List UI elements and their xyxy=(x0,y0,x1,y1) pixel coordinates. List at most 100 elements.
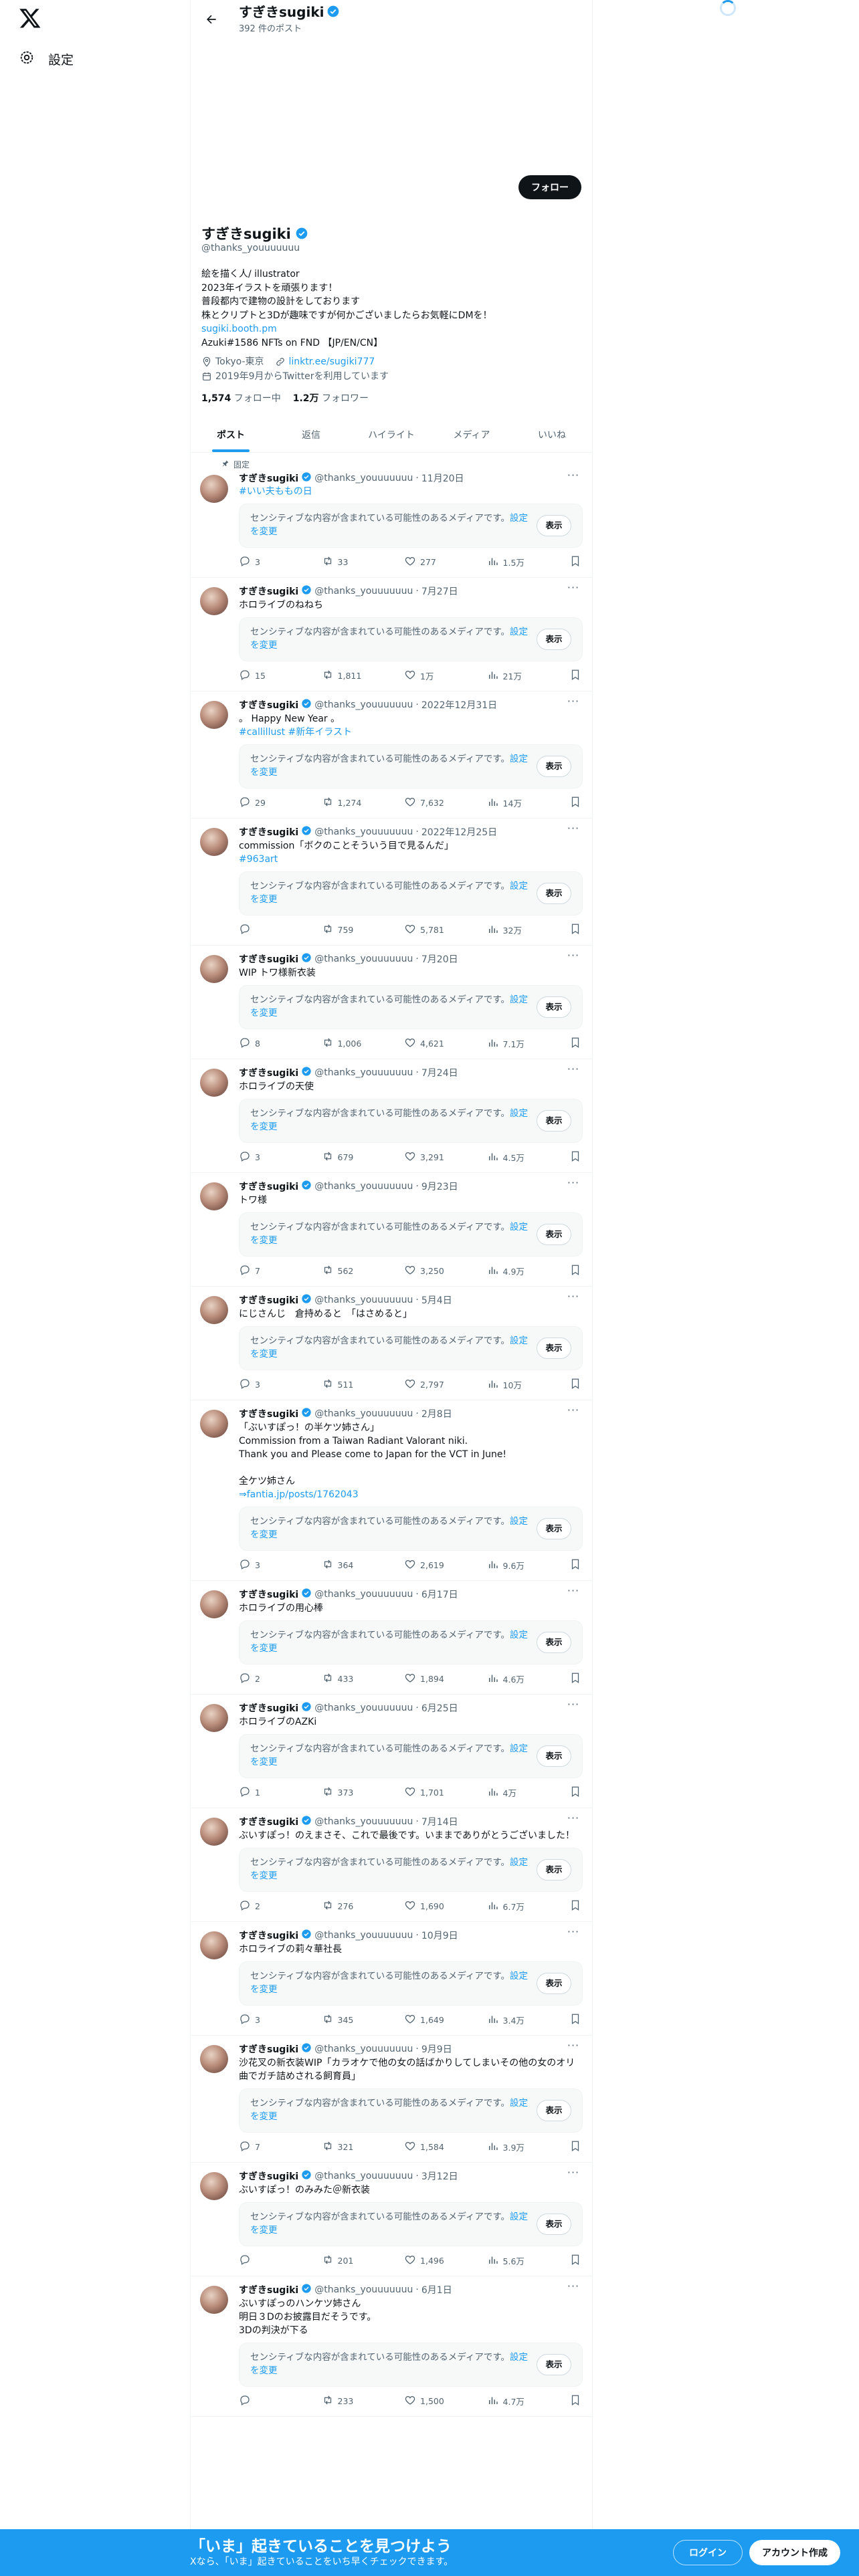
tweet-link[interactable]: ⇒fantia.jp/posts/1762043 xyxy=(239,1489,359,1500)
login-button[interactable]: ログイン xyxy=(673,2540,743,2565)
avatar[interactable] xyxy=(200,1818,228,1846)
repost-button[interactable]: 276 xyxy=(322,1899,405,1913)
more-options-icon[interactable]: ··· xyxy=(567,1178,580,1192)
reply-button[interactable]: 7 xyxy=(239,1264,322,1278)
tweet-author-name[interactable]: すぎきsugiki xyxy=(239,1588,298,1601)
tweet-author-handle[interactable]: @thanks_youuuuuuu xyxy=(314,1930,413,1941)
bookmark-button[interactable] xyxy=(569,2254,583,2268)
tweet[interactable]: ··· すぎきsugiki @thanks_youuuuuuu · 5月4日 にじさんじ … xyxy=(191,1287,592,1400)
views-button[interactable]: 5.6万 xyxy=(487,2254,570,2268)
bookmark-button[interactable] xyxy=(569,1672,583,1686)
reply-button[interactable]: 7 xyxy=(239,2140,322,2154)
bookmark-button[interactable] xyxy=(569,2140,583,2154)
more-options-icon[interactable]: ··· xyxy=(567,1291,580,1305)
avatar[interactable] xyxy=(200,2286,228,2314)
tweet-author-handle[interactable]: @thanks_youuuuuuu xyxy=(314,1816,413,1827)
reply-button[interactable]: 2 xyxy=(239,1672,322,1686)
views-button[interactable]: 10万 xyxy=(487,1378,570,1392)
back-arrow-icon[interactable] xyxy=(200,8,223,31)
show-media-button[interactable]: 表示 xyxy=(537,883,571,904)
show-media-button[interactable]: 表示 xyxy=(537,1973,571,1994)
tweet-date[interactable]: 9月23日 xyxy=(421,1180,458,1193)
tweet-link[interactable]: #いい夫ももの日 xyxy=(239,486,312,497)
tweet-author-name[interactable]: すぎきsugiki xyxy=(239,698,298,712)
tweet-author-name[interactable]: すぎきsugiki xyxy=(239,1293,298,1307)
bookmark-button[interactable] xyxy=(569,1150,583,1164)
more-options-icon[interactable]: ··· xyxy=(567,1064,580,1078)
tweet-author-name[interactable]: すぎきsugiki xyxy=(239,1701,298,1715)
tweet-link[interactable]: #963art xyxy=(239,854,278,865)
repost-button[interactable]: 1,274 xyxy=(322,796,405,810)
tab-highlights[interactable]: ハイライト xyxy=(351,417,432,452)
reply-button[interactable]: 1 xyxy=(239,1786,322,1800)
avatar[interactable] xyxy=(200,1704,228,1732)
show-media-button[interactable]: 表示 xyxy=(537,756,571,777)
tweet-author-handle[interactable]: @thanks_youuuuuuu xyxy=(314,1067,413,1078)
tweet[interactable]: ··· すぎきsugiki @thanks_youuuuuuu · 7月20日 WIP ト… xyxy=(191,946,592,1059)
like-button[interactable]: 1,496 xyxy=(404,2254,487,2268)
website-link[interactable]: linktr.ee/sugiki777 xyxy=(289,354,375,369)
views-button[interactable]: 4.9万 xyxy=(487,1264,570,1278)
tweet-date[interactable]: 3月12日 xyxy=(421,2169,458,2183)
repost-button[interactable]: 1,811 xyxy=(322,669,405,683)
tweet-date[interactable]: 7月20日 xyxy=(421,952,458,966)
tweet[interactable]: 固定 ··· すぎきsugiki @thanks_youuuuuuu · 11月20日 #い… xyxy=(191,453,592,578)
tweet-author-handle[interactable]: @thanks_youuuuuuu xyxy=(314,473,413,484)
show-media-button[interactable]: 表示 xyxy=(537,1859,571,1881)
tweet-date[interactable]: 2月8日 xyxy=(421,1407,452,1420)
reply-button[interactable] xyxy=(239,923,322,937)
reply-button[interactable]: 3 xyxy=(239,1150,322,1164)
repost-button[interactable]: 759 xyxy=(322,923,405,937)
tweet[interactable]: ··· すぎきsugiki @thanks_youuuuuuu · 7月24日 ホロライブ… xyxy=(191,1059,592,1173)
avatar[interactable] xyxy=(200,2045,228,2073)
like-button[interactable]: 2,797 xyxy=(404,1378,487,1392)
bookmark-button[interactable] xyxy=(569,1037,583,1051)
like-button[interactable]: 5,781 xyxy=(404,923,487,937)
like-button[interactable]: 277 xyxy=(404,555,487,569)
views-button[interactable]: 9.6万 xyxy=(487,1558,570,1572)
show-media-button[interactable]: 表示 xyxy=(537,1745,571,1767)
tweet[interactable]: ··· すぎきsugiki @thanks_youuuuuuu · 6月17日 ホロライブ… xyxy=(191,1581,592,1695)
tweet-author-handle[interactable]: @thanks_youuuuuuu xyxy=(314,586,413,597)
views-button[interactable]: 6.7万 xyxy=(487,1899,570,1913)
reply-button[interactable]: 15 xyxy=(239,669,322,683)
more-options-icon[interactable]: ··· xyxy=(567,1927,580,1941)
tweet[interactable]: ··· すぎきsugiki @thanks_youuuuuuu · 6月1日 ぶいすぽっの… xyxy=(191,2276,592,2417)
more-options-icon[interactable]: ··· xyxy=(567,1586,580,1600)
nav-settings[interactable]: 設定 xyxy=(19,45,74,72)
tweet-date[interactable]: 6月17日 xyxy=(421,1588,458,1601)
like-button[interactable]: 3,291 xyxy=(404,1150,487,1164)
more-options-icon[interactable]: ··· xyxy=(567,1699,580,1713)
bio-link[interactable]: sugiki.booth.pm xyxy=(201,322,583,336)
like-button[interactable]: 1万 xyxy=(404,669,487,683)
tweet-author-handle[interactable]: @thanks_youuuuuuu xyxy=(314,1703,413,1713)
repost-button[interactable]: 33 xyxy=(322,555,405,569)
show-media-button[interactable]: 表示 xyxy=(537,515,571,536)
show-media-button[interactable]: 表示 xyxy=(537,2100,571,2121)
avatar[interactable] xyxy=(200,1182,228,1210)
tweet[interactable]: ··· すぎきsugiki @thanks_youuuuuuu · 2022年12月31… xyxy=(191,691,592,819)
like-button[interactable]: 2,619 xyxy=(404,1558,487,1572)
show-media-button[interactable]: 表示 xyxy=(537,2214,571,2235)
views-button[interactable]: 4.7万 xyxy=(487,2394,570,2408)
views-button[interactable]: 1.5万 xyxy=(487,555,570,569)
tweet-date[interactable]: 2022年12月25日 xyxy=(421,825,497,839)
website-item[interactable]: linktr.ee/sugiki777 xyxy=(275,354,375,369)
bookmark-button[interactable] xyxy=(569,1264,583,1278)
like-button[interactable]: 3,250 xyxy=(404,1264,487,1278)
tweet-author-handle[interactable]: @thanks_youuuuuuu xyxy=(314,954,413,964)
tweet-author-name[interactable]: すぎきsugiki xyxy=(239,2169,298,2183)
like-button[interactable]: 4,621 xyxy=(404,1037,487,1051)
repost-button[interactable]: 562 xyxy=(322,1264,405,1278)
tweet-author-name[interactable]: すぎきsugiki xyxy=(239,471,298,485)
views-button[interactable]: 4.5万 xyxy=(487,1150,570,1164)
tweet[interactable]: ··· すぎきsugiki @thanks_youuuuuuu · 6月25日 ホロライブ… xyxy=(191,1695,592,1808)
like-button[interactable]: 1,690 xyxy=(404,1899,487,1913)
more-options-icon[interactable]: ··· xyxy=(567,696,580,710)
signup-button[interactable]: アカウント作成 xyxy=(749,2540,840,2565)
tweet-author-name[interactable]: すぎきsugiki xyxy=(239,2042,298,2056)
bookmark-button[interactable] xyxy=(569,1899,583,1913)
reply-button[interactable] xyxy=(239,2394,322,2408)
tweet[interactable]: ··· すぎきsugiki @thanks_youuuuuuu · 7月27日 ホロライブ… xyxy=(191,578,592,691)
reply-button[interactable]: 2 xyxy=(239,1899,322,1913)
